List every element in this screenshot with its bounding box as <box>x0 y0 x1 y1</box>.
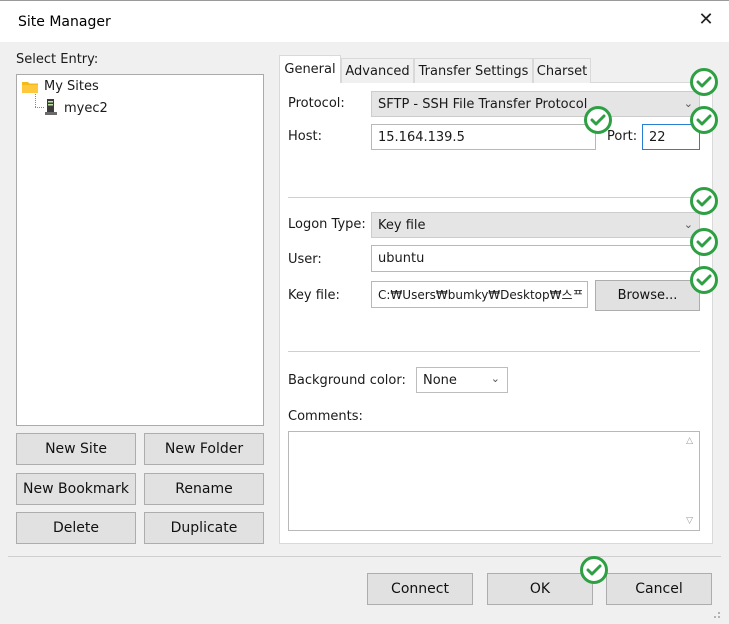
tree-guide-line <box>35 94 36 107</box>
footer-divider <box>8 556 721 557</box>
comments-textarea[interactable]: △ ▽ <box>288 431 700 531</box>
folder-icon <box>22 81 38 93</box>
window-title: Site Manager <box>18 14 111 30</box>
server-icon <box>44 99 58 115</box>
protocol-label: Protocol: <box>288 96 345 111</box>
background-color-select[interactable]: None ⌄ <box>416 367 508 393</box>
port-label: Port: <box>607 129 638 144</box>
background-color-value: None <box>423 372 457 388</box>
tab-general[interactable]: General <box>279 55 341 83</box>
new-site-button[interactable]: New Site <box>16 433 136 465</box>
connect-button[interactable]: Connect <box>367 573 473 605</box>
select-entry-label: Select Entry: <box>16 52 99 67</box>
logon-type-select[interactable]: Key file ⌄ <box>371 212 700 238</box>
host-input[interactable]: 15.164.139.5 <box>371 124 596 150</box>
site-tree[interactable] <box>16 74 264 426</box>
rename-button[interactable]: Rename <box>144 473 264 505</box>
close-icon[interactable]: ✕ <box>696 10 716 30</box>
tree-item-my-sites[interactable]: My Sites <box>44 79 99 94</box>
keyfile-input[interactable]: C:₩Users₩bumky₩Desktop₩스ᄑ <box>371 281 588 308</box>
chevron-down-icon: ⌄ <box>683 218 693 231</box>
tree-item-myec2[interactable]: myec2 <box>64 101 108 116</box>
comments-label: Comments: <box>288 409 363 424</box>
check-annotation-icon <box>690 106 718 134</box>
keyfile-label: Key file: <box>288 288 340 303</box>
user-input[interactable]: ubuntu <box>371 245 700 272</box>
protocol-value: SFTP - SSH File Transfer Protocol <box>378 96 588 112</box>
chevron-down-icon: ⌄ <box>683 97 693 110</box>
check-annotation-icon <box>690 187 718 215</box>
host-label: Host: <box>288 129 322 144</box>
new-bookmark-button[interactable]: New Bookmark <box>16 473 136 505</box>
duplicate-button[interactable]: Duplicate <box>144 512 264 544</box>
scroll-up-icon[interactable]: △ <box>686 436 693 446</box>
logon-type-label: Logon Type: <box>288 217 366 232</box>
cancel-button[interactable]: Cancel <box>606 573 712 605</box>
scroll-down-icon[interactable]: ▽ <box>686 516 693 526</box>
user-label: User: <box>288 252 322 267</box>
tab-transfer-settings[interactable]: Transfer Settings <box>414 58 533 83</box>
section-divider <box>288 351 700 352</box>
resize-grip-icon[interactable] <box>708 606 722 620</box>
delete-button[interactable]: Delete <box>16 512 136 544</box>
logon-type-value: Key file <box>378 217 426 233</box>
new-folder-button[interactable]: New Folder <box>144 433 264 465</box>
protocol-select[interactable]: SFTP - SSH File Transfer Protocol ⌄ <box>371 91 700 117</box>
ok-button[interactable]: OK <box>487 573 593 605</box>
tree-guide-line-h <box>35 107 44 108</box>
browse-button[interactable]: Browse... <box>595 280 700 311</box>
background-color-label: Background color: <box>288 373 406 388</box>
check-annotation-icon <box>584 106 612 134</box>
check-annotation-icon <box>690 228 718 256</box>
check-annotation-icon <box>690 266 718 294</box>
port-input[interactable]: 22 <box>642 124 700 150</box>
tab-advanced[interactable]: Advanced <box>341 58 414 83</box>
check-annotation-icon <box>690 68 718 96</box>
chevron-down-icon: ⌄ <box>490 372 500 385</box>
tab-charset[interactable]: Charset <box>533 58 591 83</box>
section-divider <box>288 197 700 198</box>
check-annotation-icon <box>580 556 608 584</box>
